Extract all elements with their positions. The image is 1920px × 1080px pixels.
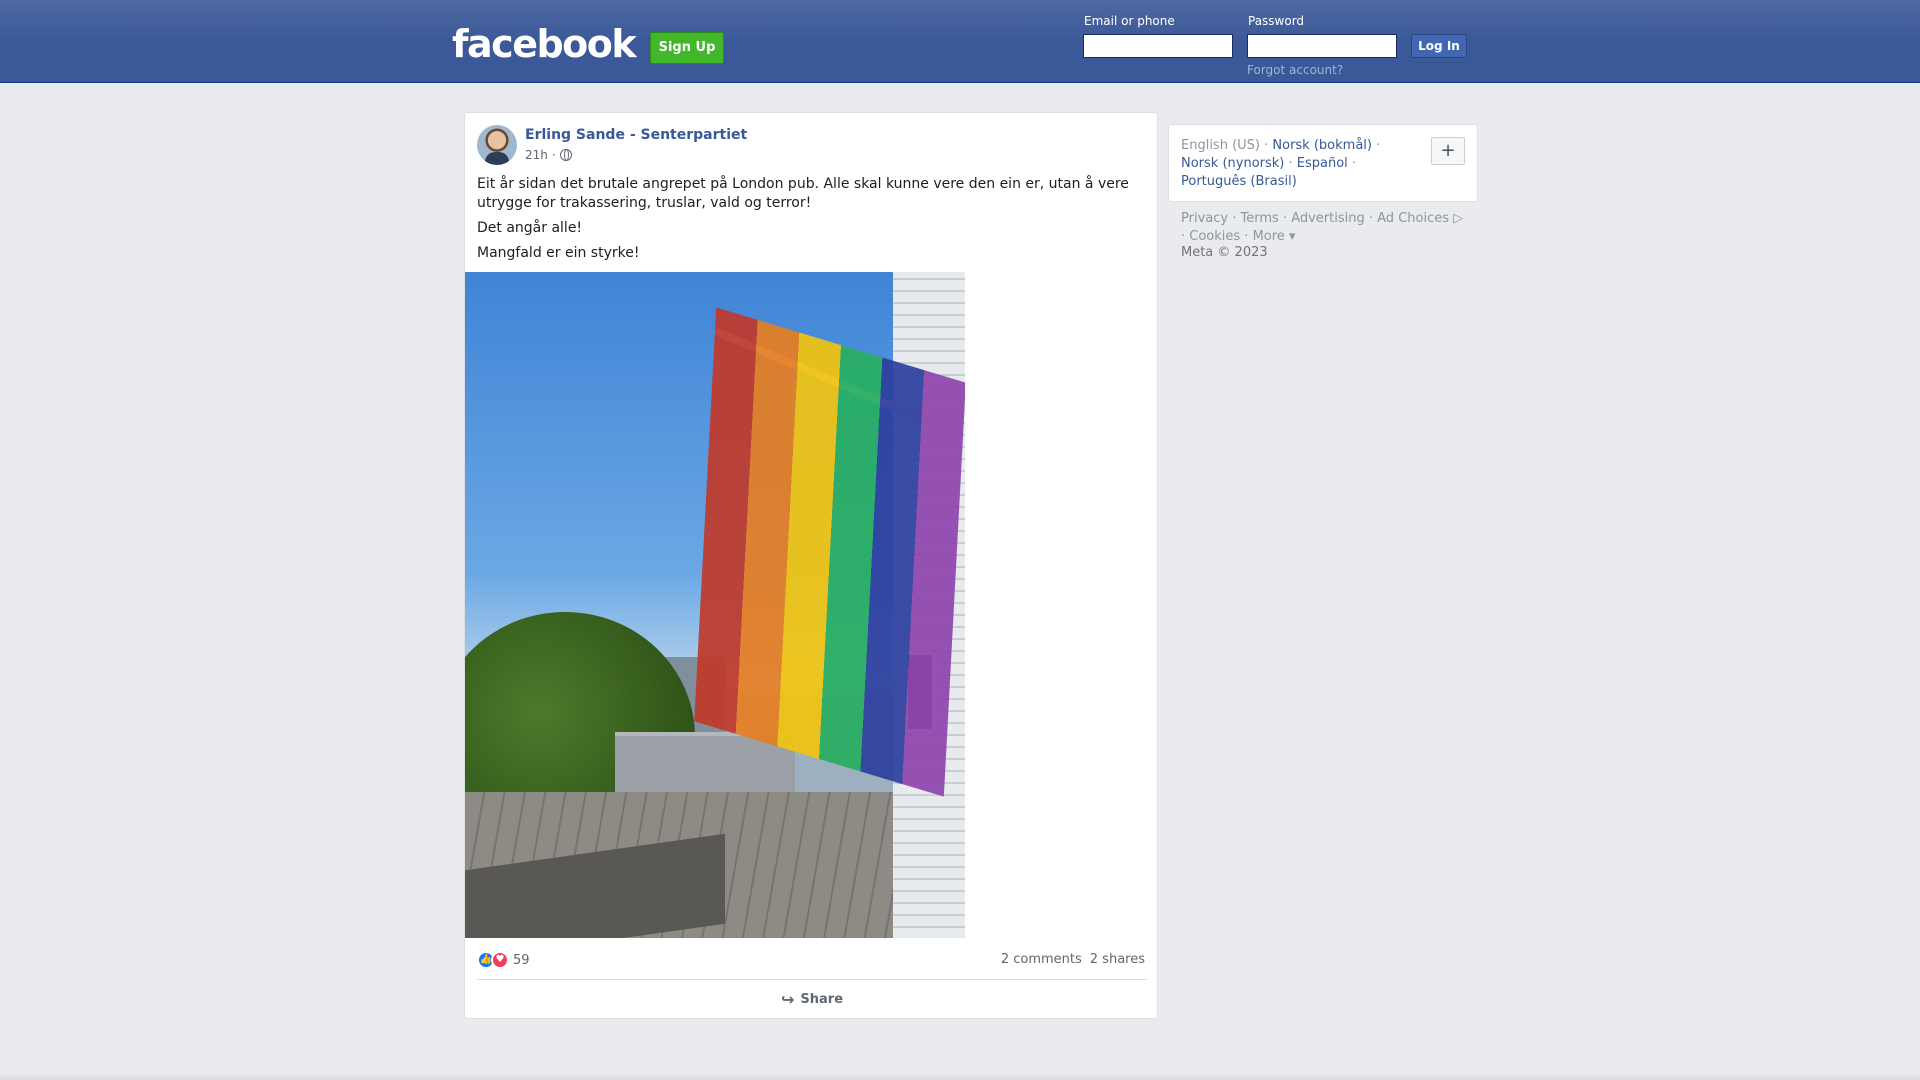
separator-dot: ·	[551, 148, 556, 162]
share-button[interactable]: ↪ Share	[465, 983, 1159, 1015]
language-link[interactable]: Português (Brasil)	[1181, 174, 1297, 189]
log-in-button[interactable]: Log In	[1411, 34, 1467, 58]
bottom-edge	[0, 1074, 1920, 1080]
language-current: English (US)	[1181, 138, 1260, 153]
footer-link-advertising[interactable]: Advertising	[1291, 211, 1365, 226]
post-stats: 2 comments 2 shares	[1001, 952, 1145, 967]
heart-icon: ♥	[491, 951, 509, 969]
share-icon: ↪	[780, 989, 795, 1009]
footer-links: Privacy · Terms · Advertising · Ad Choic…	[1181, 211, 1464, 244]
sign-up-button[interactable]: Sign Up	[650, 32, 724, 64]
share-label: Share	[800, 991, 844, 1007]
language-list: English (US) · Norsk (bokmål) · Norsk (n…	[1181, 138, 1381, 189]
post-paragraph: Det angår alle!	[477, 220, 583, 236]
reaction-count[interactable]: 59	[513, 953, 530, 968]
rainbow-flag	[694, 307, 965, 797]
password-field[interactable]	[1247, 34, 1397, 58]
language-link[interactable]: Norsk (bokmål)	[1272, 138, 1372, 153]
forgot-account-link[interactable]: Forgot account?	[1247, 63, 1343, 77]
post-paragraph: Mangfald er ein styrke!	[477, 245, 640, 261]
footer-link-cookies[interactable]: Cookies	[1189, 229, 1240, 244]
post-paragraph: Eit år sidan det brutale angrepet på Lon…	[477, 176, 1129, 211]
reactions[interactable]: 👍 ♥ 59	[477, 951, 530, 969]
facebook-logo[interactable]: facebook	[452, 22, 637, 66]
caret-down-icon: ▾	[1284, 229, 1296, 244]
email-label: Email or phone	[1084, 14, 1175, 28]
divider	[477, 979, 1147, 980]
language-box: English (US) · Norsk (bokmål) · Norsk (n…	[1168, 124, 1478, 202]
language-link[interactable]: Norsk (nynorsk)	[1181, 156, 1284, 171]
comments-count[interactable]: 2 comments	[1001, 952, 1082, 967]
language-link[interactable]: Español	[1297, 156, 1348, 171]
avatar[interactable]	[477, 125, 517, 165]
footer-link-terms[interactable]: Terms	[1240, 211, 1278, 226]
more-languages-button[interactable]: +	[1431, 137, 1465, 165]
shares-count[interactable]: 2 shares	[1090, 952, 1145, 967]
globe-icon	[559, 149, 572, 161]
post-time[interactable]: 21h	[525, 148, 548, 162]
post-meta: 21h ·	[525, 148, 572, 162]
post-photo[interactable]	[465, 272, 965, 938]
ad-choices-icon: ▷	[1449, 211, 1464, 226]
footer-link-ad-choices[interactable]: Ad Choices	[1377, 211, 1449, 226]
post-card: Erling Sande - Senterpartiet 21h · Eit å…	[464, 112, 1158, 1019]
footer-link-more[interactable]: More	[1253, 229, 1285, 244]
copyright: Meta © 2023	[1181, 245, 1268, 260]
email-field[interactable]	[1083, 34, 1233, 58]
post-text: Eit år sidan det brutale angrepet på Lon…	[477, 175, 1147, 269]
footer-link-privacy[interactable]: Privacy	[1181, 211, 1228, 226]
top-bar: facebook Sign Up Email or phone Password…	[0, 0, 1920, 83]
post-author[interactable]: Erling Sande - Senterpartiet	[525, 127, 747, 143]
password-label: Password	[1248, 14, 1305, 28]
